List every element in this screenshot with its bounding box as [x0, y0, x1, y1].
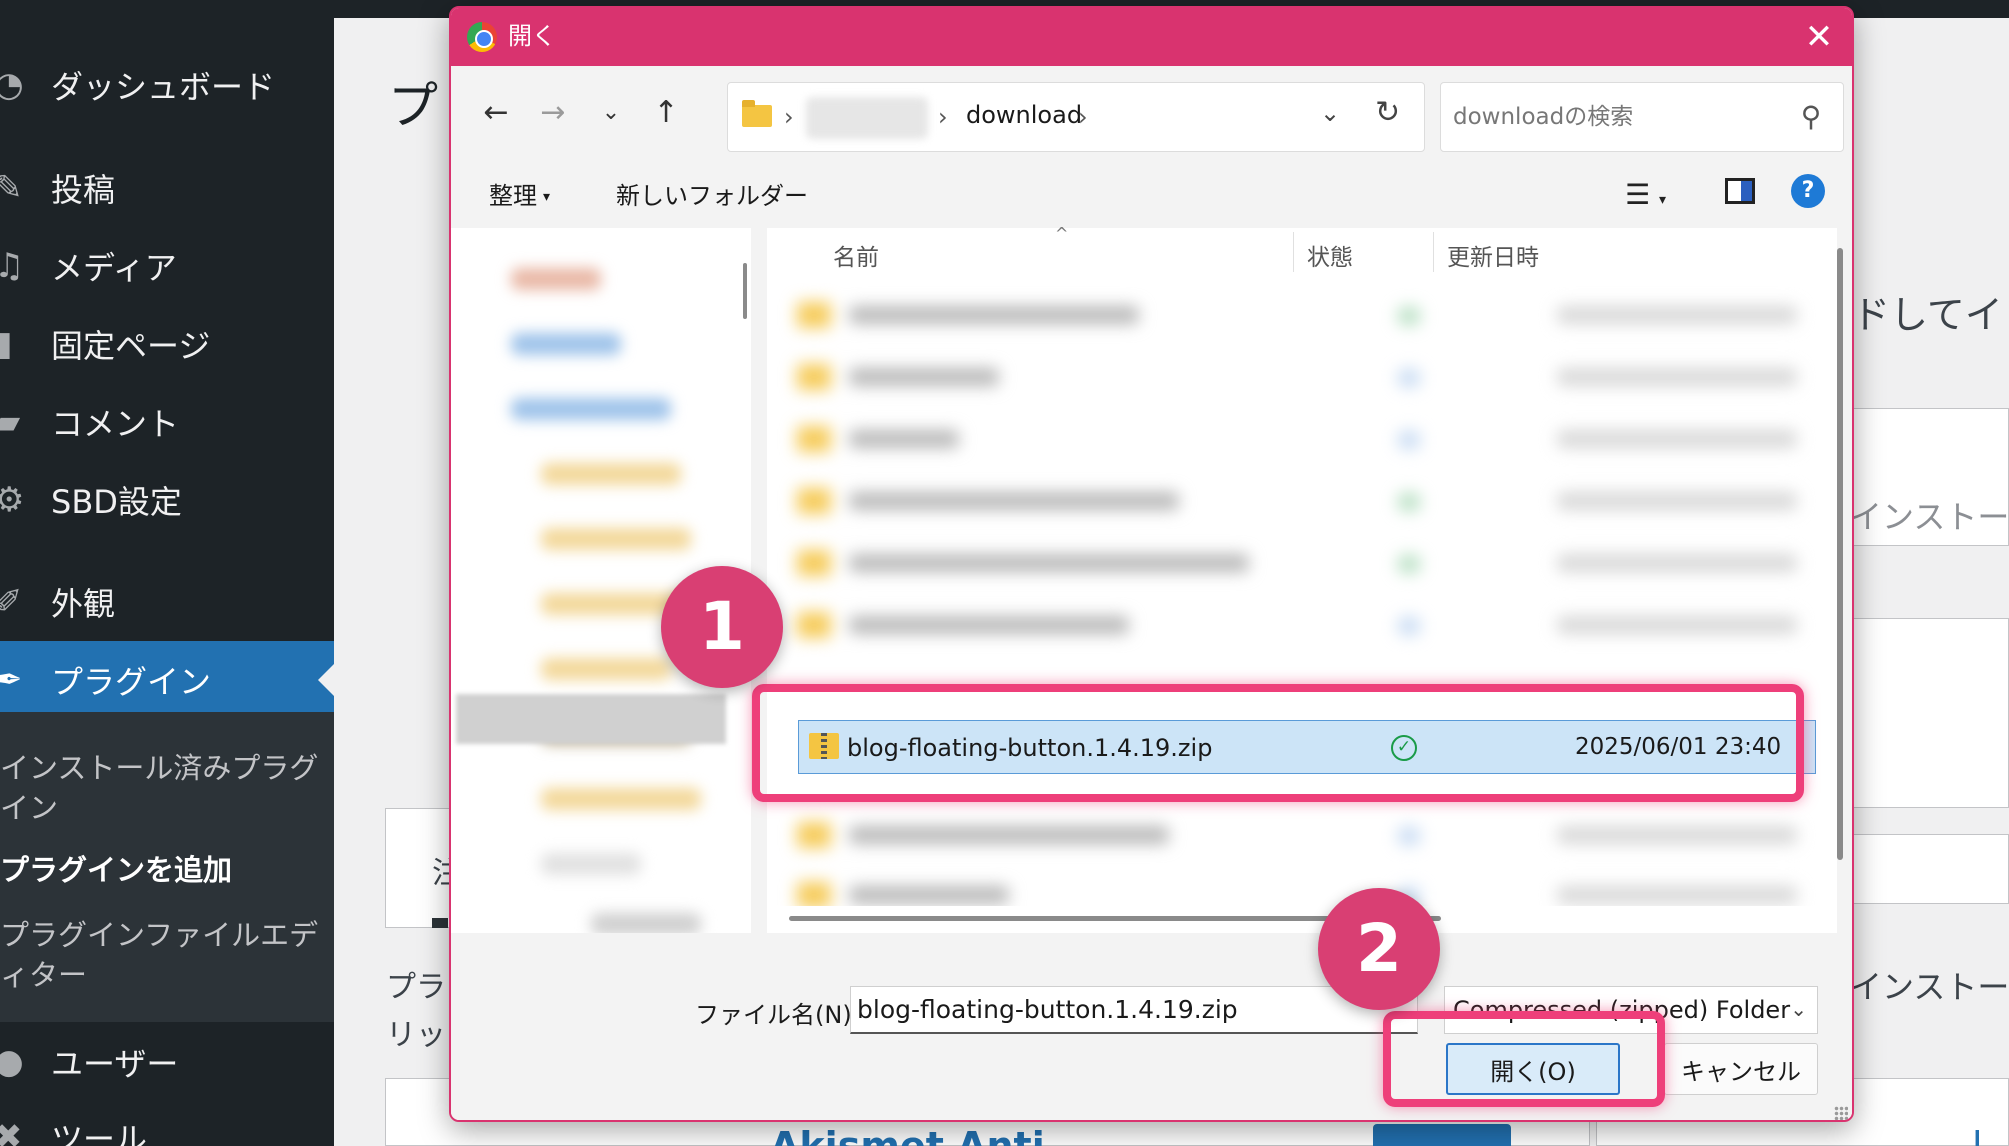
- column-modified[interactable]: 更新日時: [1447, 238, 1539, 272]
- step-badge-2: 2: [1318, 888, 1440, 1010]
- dialog-title-bar: 開く ✕: [451, 8, 1852, 66]
- chevron-down-icon[interactable]: ⌄: [1320, 99, 1340, 127]
- menu-sbd-settings[interactable]: ⚙ SBD設定: [0, 465, 334, 535]
- refresh-icon[interactable]: ↻: [1375, 95, 1400, 130]
- wp-admin-sidebar: ◔ ダッシュボード ✎ 投稿 ♫ メディア ▮ 固定ページ ▰ コメント ⚙ S…: [0, 0, 334, 1146]
- chrome-icon: [467, 22, 497, 52]
- bg-upload-text: ドしてイ: [1852, 293, 2003, 337]
- chevron-down-icon: ⌄: [1790, 997, 1807, 1021]
- page-title: プ: [388, 77, 438, 135]
- gear-icon: ⚙: [0, 480, 25, 520]
- submenu-add-plugin[interactable]: プラグインを追加: [0, 850, 330, 890]
- file-list-horizontal-scrollbar[interactable]: [767, 906, 1827, 932]
- back-arrow-icon[interactable]: ←: [473, 90, 519, 136]
- organize-button[interactable]: 整理 ▾: [489, 176, 550, 211]
- bg-search-box: [1852, 834, 2009, 904]
- caret-down-icon: ▾: [543, 189, 551, 205]
- search-icon[interactable]: ⚲: [1793, 99, 1829, 135]
- menu-appearance[interactable]: ✐ 外観: [0, 567, 334, 637]
- menu-pages[interactable]: ▮ 固定ページ: [0, 309, 334, 379]
- column-status[interactable]: 状態: [1307, 238, 1353, 272]
- highlight-selected-file: [752, 684, 1804, 802]
- step-badge-1: 1: [661, 566, 783, 688]
- folder-icon: [742, 100, 772, 127]
- dialog-title: 開く: [508, 22, 556, 50]
- submenu-installed-plugins[interactable]: インストール済みプラグイン: [0, 748, 330, 828]
- bg-card-box: [1852, 618, 2009, 808]
- search-input[interactable]: [1453, 97, 1783, 137]
- bg-plugin-title: Akismet Anti: [770, 1124, 1045, 1146]
- file-list[interactable]: ^ 名前 状態 更新日時: [767, 224, 1837, 933]
- command-bar: 整理 ▾ 新しいフォルダー ☰ ▾ ?: [451, 156, 1852, 228]
- menu-comments[interactable]: ▰ コメント: [0, 387, 334, 457]
- active-menu-arrow: [318, 664, 334, 696]
- bg-install-button: [1373, 1124, 1511, 1146]
- brush-icon: ✐: [0, 582, 23, 622]
- breadcrumb-separator: ›: [1078, 103, 1088, 131]
- plugins-submenu: インストール済みプラグイン プラグインを追加 プラグインファイルエディター: [0, 712, 334, 1022]
- highlight-open-button: [1383, 1011, 1665, 1107]
- close-button[interactable]: ✕: [1786, 8, 1852, 66]
- column-header: ^ 名前 状態 更新日時: [767, 224, 1837, 274]
- wrench-icon: ✖: [0, 1117, 23, 1146]
- menu-media[interactable]: ♫ メディア: [0, 231, 334, 301]
- column-name[interactable]: 名前: [833, 238, 879, 272]
- breadcrumb-blurred-segment: [806, 97, 928, 139]
- breadcrumb-separator: ›: [938, 103, 948, 131]
- recent-locations-chevron-icon[interactable]: ⌄: [588, 90, 634, 136]
- organize-label: 整理: [489, 182, 537, 210]
- forward-arrow-icon[interactable]: →: [530, 90, 576, 136]
- page-icon: ▮: [0, 324, 13, 364]
- filename-label: ファイル名(N):: [695, 1001, 860, 1029]
- address-bar[interactable]: › › download › ⌄ ↻: [727, 82, 1425, 152]
- comment-icon: ▰: [0, 402, 21, 442]
- bg-desc-text-2: リッ: [386, 1018, 446, 1053]
- breadcrumb-current-folder[interactable]: download: [966, 101, 1082, 129]
- breadcrumb-separator: ›: [784, 103, 794, 131]
- navigation-pane-selection: [456, 694, 726, 744]
- view-options-icon[interactable]: ☰ ▾: [1625, 178, 1685, 211]
- sort-ascending-icon: ^: [1055, 224, 1069, 243]
- navigation-pane-scrollbar[interactable]: [743, 263, 747, 319]
- bg-install-text: インストール: [1850, 498, 2009, 536]
- file-open-dialog: 開く ✕ ← → ⌄ ↑ › › download › ⌄ ↻ ⚲ 整理 ▾ 新し…: [449, 6, 1854, 1122]
- user-icon: ●: [0, 1042, 24, 1082]
- navigation-bar: ← → ⌄ ↑ › › download › ⌄ ↻ ⚲: [451, 66, 1852, 156]
- menu-posts[interactable]: ✎ 投稿: [0, 153, 334, 223]
- menu-tools[interactable]: ✖ ツール: [0, 1102, 334, 1146]
- media-icon: ♫: [0, 246, 25, 286]
- bg-desc-text-1: プラ: [386, 970, 446, 1005]
- blurred-file-rows: [787, 278, 1827, 928]
- pin-icon: ✎: [0, 168, 23, 208]
- file-list-vertical-scrollbar[interactable]: [1837, 248, 1843, 860]
- menu-plugins[interactable]: ✒ プラグイン: [0, 641, 334, 719]
- menu-dashboard[interactable]: ◔ ダッシュボード: [0, 50, 334, 120]
- bg-install-text-2: インストール: [1850, 968, 2009, 1006]
- new-folder-button[interactable]: 新しいフォルダー: [616, 176, 808, 211]
- resize-grip-icon[interactable]: [1834, 1106, 1848, 1120]
- plugin-icon: ✒: [0, 660, 23, 700]
- bg-tab-underline: [432, 918, 448, 928]
- submenu-plugin-file-editor[interactable]: プラグインファイルエディター: [0, 915, 330, 995]
- preview-pane-icon[interactable]: [1725, 178, 1755, 204]
- cancel-button[interactable]: キャンセル: [1664, 1043, 1818, 1095]
- dashboard-icon: ◔: [0, 65, 24, 105]
- menu-users[interactable]: ● ユーザー: [0, 1027, 334, 1097]
- filename-input[interactable]: [850, 986, 1418, 1034]
- search-box[interactable]: ⚲: [1440, 82, 1844, 152]
- up-arrow-icon[interactable]: ↑: [643, 90, 689, 136]
- help-icon[interactable]: ?: [1791, 174, 1825, 208]
- bg-plugin-title-2: l: [1972, 1124, 1983, 1146]
